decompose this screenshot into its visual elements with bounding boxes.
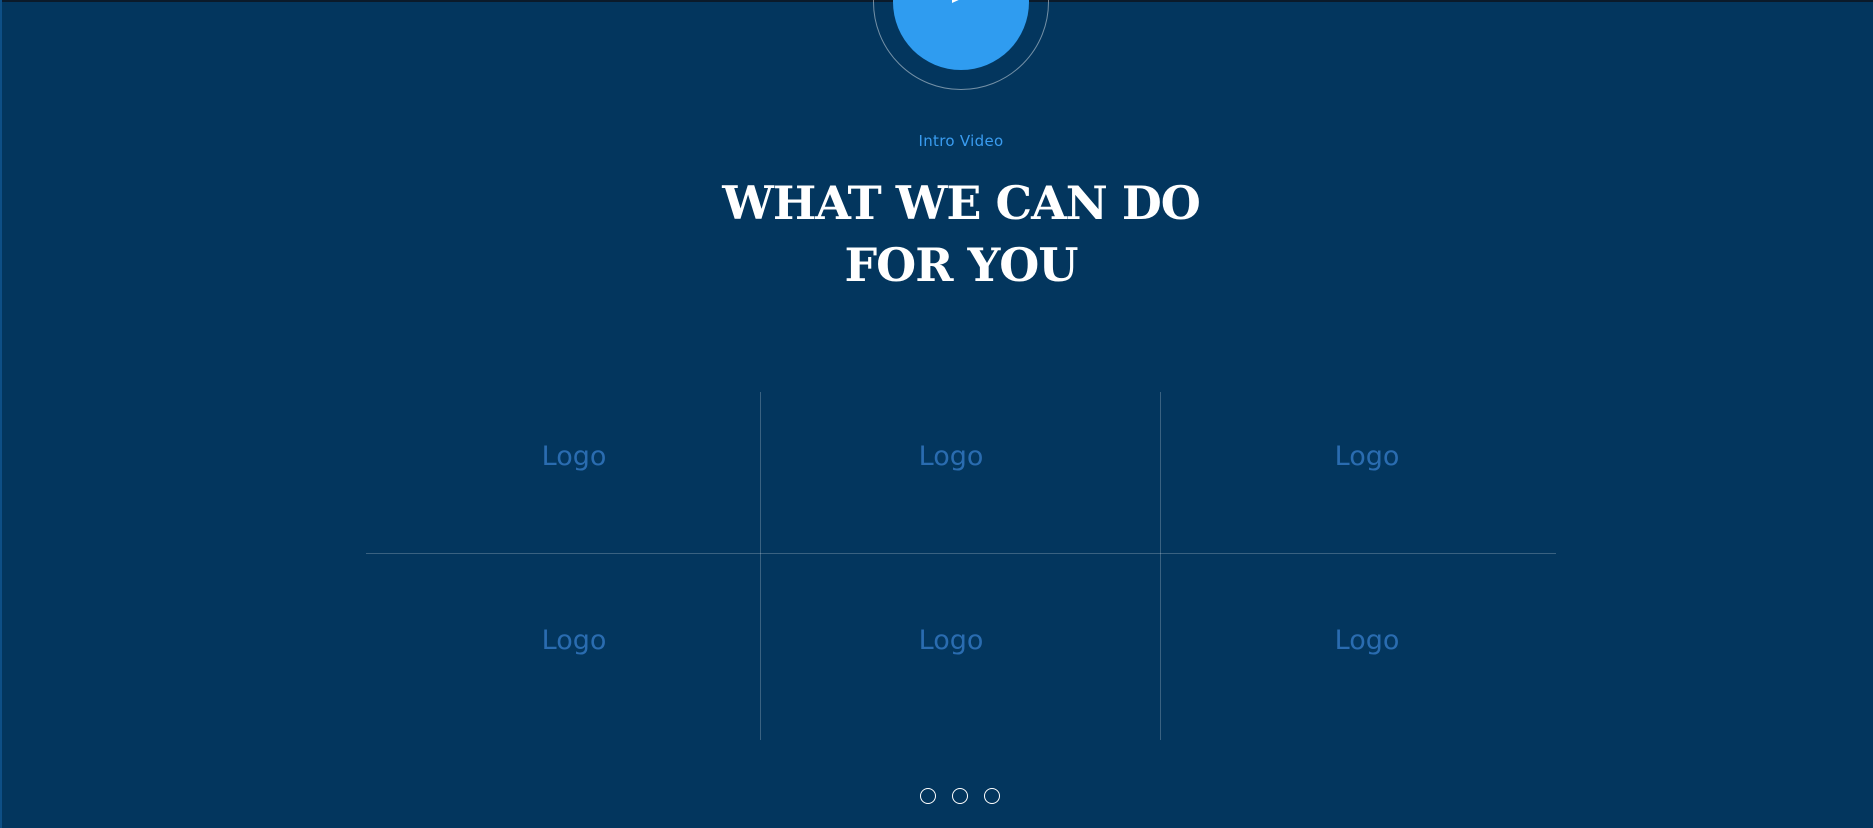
client-logo: Logo (541, 441, 607, 472)
client-logo: Logo (541, 625, 607, 656)
client-logo: Logo (1334, 441, 1400, 472)
grid-divider-vertical (1160, 392, 1161, 740)
grid-divider-horizontal (366, 553, 1556, 554)
headline-line-1: WHAT WE CAN DO (722, 176, 1201, 230)
pager-dot-1[interactable] (920, 788, 936, 804)
headline-line-2: FOR YOU (844, 238, 1079, 292)
client-logo: Logo (918, 441, 984, 472)
left-edge-border (0, 0, 2, 828)
logo-grid: Logo Logo Logo Logo Logo Logo (366, 392, 1556, 740)
pager-dot-2[interactable] (952, 788, 968, 804)
pager-dot-3[interactable] (984, 788, 1000, 804)
client-logo: Logo (1334, 625, 1400, 656)
client-logo: Logo (918, 625, 984, 656)
play-icon (952, 0, 972, 3)
section-headline: WHAT WE CAN DO FOR YOU (0, 172, 1873, 296)
intro-video-label: Intro Video (918, 132, 1004, 150)
grid-divider-vertical (760, 392, 761, 740)
